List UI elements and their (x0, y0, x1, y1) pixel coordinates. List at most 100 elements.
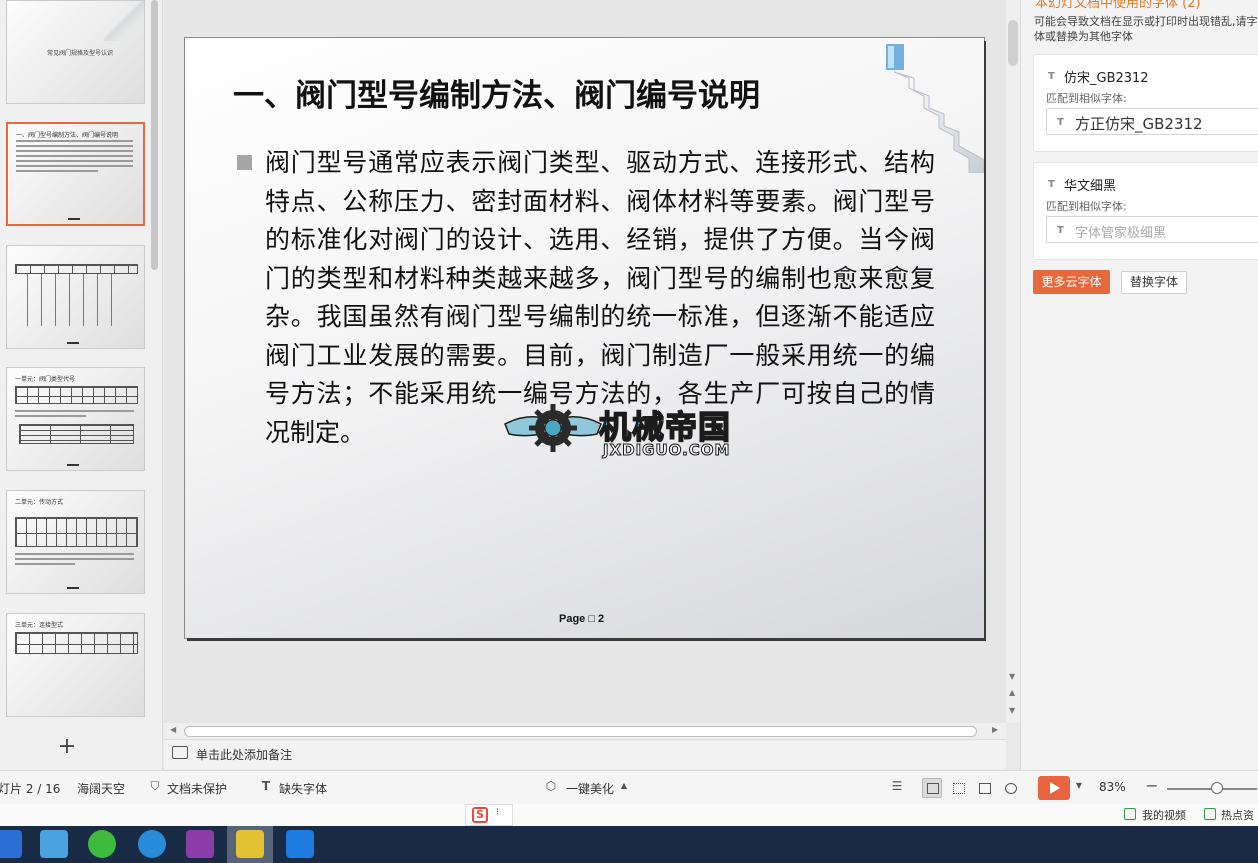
wechat-icon[interactable] (88, 830, 116, 858)
thumbnail-table (19, 424, 134, 444)
slide-editing-area: 一、阀门型号编制方法、阀门编号说明 阀门型号通常应表示阀门类型、驱动方式、连接形… (164, 0, 1006, 723)
file-manager-icon[interactable] (40, 830, 68, 858)
zoom-slider-handle[interactable] (1210, 782, 1223, 794)
thumbnail-table (15, 386, 138, 404)
wps-presentation-icon[interactable] (236, 830, 264, 858)
shield-icon: ⛉ (150, 779, 160, 793)
notes-toggle-icon[interactable]: ☰ (890, 779, 904, 793)
font-card-2: T 华文细黑 匹配到相似字体: T 字体管家极细黑 (1033, 162, 1258, 260)
watermark-logo: 机械帝国 JXDIGUO.COM (503, 398, 778, 462)
scroll-left-arrow-icon[interactable]: ◀ (170, 725, 176, 734)
browser-icon[interactable] (138, 830, 166, 858)
missing-font-name: 仿宋_GB2312 (1064, 71, 1149, 86)
font-icon: T (1048, 179, 1055, 190)
one-click-beautify-button[interactable]: 一键美化 (566, 780, 614, 797)
presenter-view-button[interactable] (1000, 778, 1020, 798)
my-videos-link[interactable]: 我的视频 (1142, 807, 1186, 823)
thumbnail-title: 常见阀门规格及型号认识 (47, 50, 114, 57)
stairs-decoration (104, 1, 144, 41)
next-slide-icon[interactable]: ▼ (1009, 706, 1015, 715)
uu-app-icon[interactable] (286, 830, 314, 858)
wps-writer-icon[interactable] (0, 830, 22, 858)
thumbnail-diagram (15, 264, 138, 274)
font-missing-icon: T (261, 779, 271, 793)
chevron-up-icon[interactable]: ▲ (617, 779, 631, 793)
input-method-indicator[interactable]: S ⁝ (465, 804, 513, 826)
thumbnail-page-mark (67, 587, 79, 589)
horizontal-scroll-thumb[interactable] (184, 726, 977, 737)
cube-icon: ⬡ (545, 779, 557, 793)
more-cloud-fonts-button[interactable]: 更多云字体 (1033, 270, 1110, 294)
font-icon: T (1057, 225, 1064, 236)
play-slideshow-button[interactable] (1038, 776, 1070, 800)
vertical-scroll-thumb[interactable] (1008, 20, 1018, 66)
matched-font-select[interactable]: T 字体管家极细黑 (1046, 216, 1258, 243)
thumbnail-page-mark (67, 464, 79, 466)
thumbnail-title: 一、阀门型号编制方法、阀门编号说明 (16, 132, 119, 139)
notes-area[interactable]: 单击此处添加备注 (164, 739, 1006, 769)
watermark-url: JXDIGUO.COM (602, 441, 731, 460)
panel-heading: 本幻灯文档中使用的字体 (2) (1035, 0, 1201, 11)
slide-thumbnail-5[interactable]: 二单元：传动方式 (6, 490, 145, 594)
archive-icon[interactable] (186, 830, 214, 858)
thumbnail-title: 一单元：阀门类型代号 (15, 376, 76, 383)
scroll-down-arrow-icon[interactable]: ▼ (1009, 672, 1015, 681)
slide-thumbnail-2[interactable]: 一、阀门型号编制方法、阀门编号说明 (6, 122, 145, 226)
thumbnail-title: 三单元：连接型式 (15, 622, 64, 629)
sogou-ime-icon: S (472, 807, 488, 823)
prev-slide-icon[interactable]: ▲ (1009, 688, 1015, 697)
thumbnail-page-mark (68, 218, 80, 220)
theme-name[interactable]: 海阔天空 (77, 780, 125, 797)
current-slide[interactable]: 一、阀门型号编制方法、阀门编号说明 阀门型号通常应表示阀门类型、驱动方式、连接形… (185, 38, 984, 638)
comment-icon (172, 746, 188, 759)
zoom-out-icon[interactable]: − (1145, 778, 1159, 794)
thumbnail-table (15, 632, 138, 654)
normal-view-button[interactable] (922, 778, 942, 798)
status-bar: 灯片 2 / 16 海阔天空 ⛉ 文档未保护 T 缺失字体 ⬡ 一键美化 ▲ ☰… (0, 770, 1258, 804)
gear-wings-icon (504, 404, 602, 452)
scroll-right-arrow-icon[interactable]: ▶ (992, 725, 998, 734)
video-icon (1124, 808, 1136, 820)
slide-thumbnail-panel: 常见阀门规格及型号认识 一、阀门型号编制方法、阀门编号说明 一单元：阀门类型代号… (0, 0, 163, 770)
thumbnail-diagram-lines (27, 274, 114, 326)
font-icon: T (1057, 117, 1064, 128)
slide-thumbnail-6[interactable]: 三单元：连接型式 (6, 613, 145, 717)
thumbnail-title: 二单元：传动方式 (15, 499, 64, 506)
font-icon: T (1048, 71, 1055, 82)
missing-fonts-panel: 本幻灯文档中使用的字体 (2) 可能会导致文档在显示或打印时出现错乱,请字体或替… (1020, 0, 1258, 770)
notes-placeholder[interactable]: 单击此处添加备注 (196, 746, 292, 763)
replace-font-button[interactable]: 替换字体 (1121, 271, 1187, 294)
font-card-1: T 仿宋_GB2312 匹配到相似字体: T 方正仿宋_GB2312 (1033, 54, 1258, 152)
reading-view-button[interactable] (974, 778, 994, 798)
thumbnail-text-lines (15, 553, 134, 568)
vertical-scrollbar[interactable]: ▼ ▲ ▼ (1006, 0, 1020, 723)
thumbnail-text-lines (15, 410, 134, 420)
slide-thumbnail-3[interactable] (6, 245, 145, 349)
slide-thumbnail-4[interactable]: 一单元：阀门类型代号 (6, 367, 145, 471)
hot-news-link[interactable]: 热点资 (1221, 807, 1254, 823)
slide-counter[interactable]: 灯片 2 / 16 (0, 780, 60, 797)
ime-options-icon[interactable]: ⁝ (496, 807, 499, 818)
missing-font-button[interactable]: 缺失字体 (279, 780, 327, 797)
thumbnail-text-lines (16, 140, 133, 175)
missing-font-name: 华文细黑 (1064, 179, 1117, 194)
horizontal-scrollbar[interactable]: ◀ ▶ (164, 723, 1006, 739)
slide-title[interactable]: 一、阀门型号编制方法、阀门编号说明 (233, 70, 760, 115)
slide-thumbnail-1[interactable]: 常见阀门规格及型号认识 (6, 0, 145, 104)
zoom-level[interactable]: 83% (1099, 780, 1126, 794)
thumbnail-table (15, 517, 138, 547)
match-label: 匹配到相似字体: (1046, 200, 1127, 213)
slide-page-number: Page □ 2 (559, 613, 605, 625)
bullet-square-icon (237, 155, 252, 170)
chevron-down-icon[interactable]: ▼ (1072, 779, 1086, 793)
matched-font-select[interactable]: T 方正仿宋_GB2312 (1046, 108, 1258, 135)
thumbnail-scrollbar[interactable] (151, 0, 158, 270)
notification-strip: S ⁝ 我的视频 热点资 (0, 804, 1258, 826)
slide-sorter-view-button[interactable] (948, 778, 968, 798)
match-label: 匹配到相似字体: (1046, 92, 1127, 105)
add-slide-button[interactable]: + (56, 736, 78, 759)
windows-taskbar (0, 826, 1258, 863)
matched-font-value: 字体管家极细黑 (1075, 226, 1167, 241)
document-protection-status[interactable]: 文档未保护 (167, 780, 227, 797)
matched-font-value: 方正仿宋_GB2312 (1075, 115, 1203, 133)
